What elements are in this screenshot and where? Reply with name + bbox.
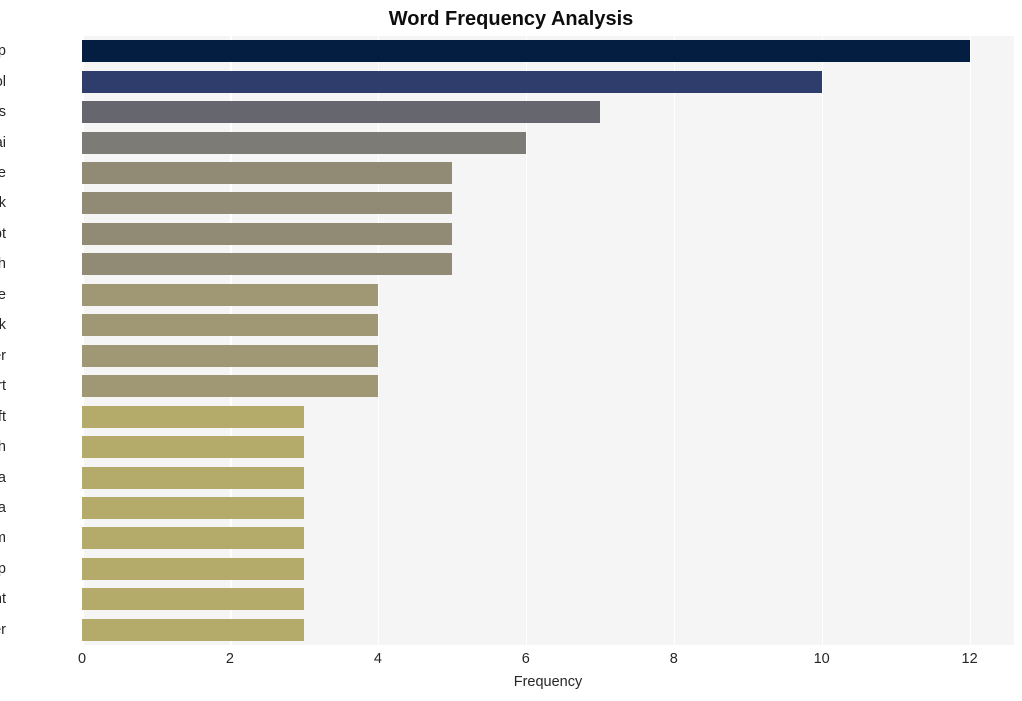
gridline-x [525,36,528,645]
gridline-x [229,36,232,645]
bar-hacker[interactable] [82,344,378,367]
plot-area [82,36,1014,645]
bar-report[interactable] [82,375,378,398]
bar-china[interactable] [82,496,304,519]
y-tick-label-base: base [0,165,6,182]
bar-row[interactable] [82,101,1014,124]
bar-row[interactable] [82,253,1014,276]
bar-row[interactable] [82,436,1014,459]
bar-row[interactable] [82,375,1014,398]
y-tick-label-state: state [0,286,6,303]
bar-row[interactable] [82,222,1014,245]
gridline-x [673,36,676,645]
bar-cyber[interactable] [82,618,304,641]
bar-group[interactable] [82,40,970,63]
bar-base[interactable] [82,162,452,185]
bar-openai[interactable] [82,131,526,154]
y-tick-label-hacker: hacker [0,347,6,364]
y-tick-label-tool: tool [0,73,6,90]
bar-content[interactable] [82,588,304,611]
bar-row[interactable] [82,70,1014,93]
bar-microsoft[interactable] [82,405,304,428]
bar-north[interactable] [82,436,304,459]
gridline-x [377,36,380,645]
x-tick-label-4: 4 [373,651,382,667]
bar-row[interactable] [82,557,1014,580]
bar-row[interactable] [82,496,1014,519]
y-tick-label-platform: platform [0,530,6,546]
y-tick-label-report: report [0,378,6,395]
y-tick-label-microsoft: microsoft [0,408,6,425]
bar-row[interactable] [82,527,1014,550]
bar-hack[interactable] [82,192,452,215]
y-tick-label-hackers: hackers [0,104,6,121]
bar-row[interactable] [82,162,1014,185]
bar-row[interactable] [82,192,1014,215]
x-tick-label-0: 0 [77,651,87,667]
x-tick-label-10: 10 [813,651,830,667]
bar-row[interactable] [82,618,1014,641]
y-tick-label-hack: hack [0,195,6,212]
gridline-x [821,36,824,645]
bar-state[interactable] [82,283,378,306]
bar-develop[interactable] [82,557,304,580]
y-tick-label-back: back [0,317,6,334]
bar-row[interactable] [82,131,1014,154]
bar-chatgpt[interactable] [82,222,452,245]
chart-figure: Word Frequency Analysis grouptoolhackers… [0,0,1022,701]
page-title: Word Frequency Analysis [388,8,634,30]
bar-tool[interactable] [82,70,822,93]
y-tick-label-openai: openai [0,134,6,151]
bar-row[interactable] [82,466,1014,489]
bar-row[interactable] [82,588,1014,611]
bar-row[interactable] [82,314,1014,337]
x-tick-label-12: 12 [961,651,978,667]
bar-research[interactable] [82,253,452,276]
gridline-x [82,36,84,645]
bar-row[interactable] [82,344,1014,367]
bar-row[interactable] [82,405,1014,428]
y-tick-label-north: north [0,439,6,456]
gridline-x [969,36,972,645]
y-tick-label-chatgpt: chatgpt [0,225,6,242]
y-tick-label-group: group [0,43,6,60]
bar-hackers[interactable] [82,101,600,124]
bar-back[interactable] [82,314,378,337]
y-tick-label-korea: korea [0,469,6,486]
x-tick-label-8: 8 [669,651,678,667]
x-axis-label: Frequency [513,674,583,690]
y-tick-label-develop: develop [0,560,6,577]
y-tick-label-research: research [0,256,6,273]
bar-korea[interactable] [82,466,304,489]
bar-row[interactable] [82,40,1014,63]
y-tick-label-china: china [0,499,6,516]
y-tick-label-cyber: cyber [0,621,6,638]
bar-platform[interactable] [82,527,304,550]
bar-row[interactable] [82,283,1014,306]
x-tick-label-6: 6 [521,651,530,667]
x-tick-label-2: 2 [225,651,234,667]
y-tick-label-content: content [0,591,6,608]
